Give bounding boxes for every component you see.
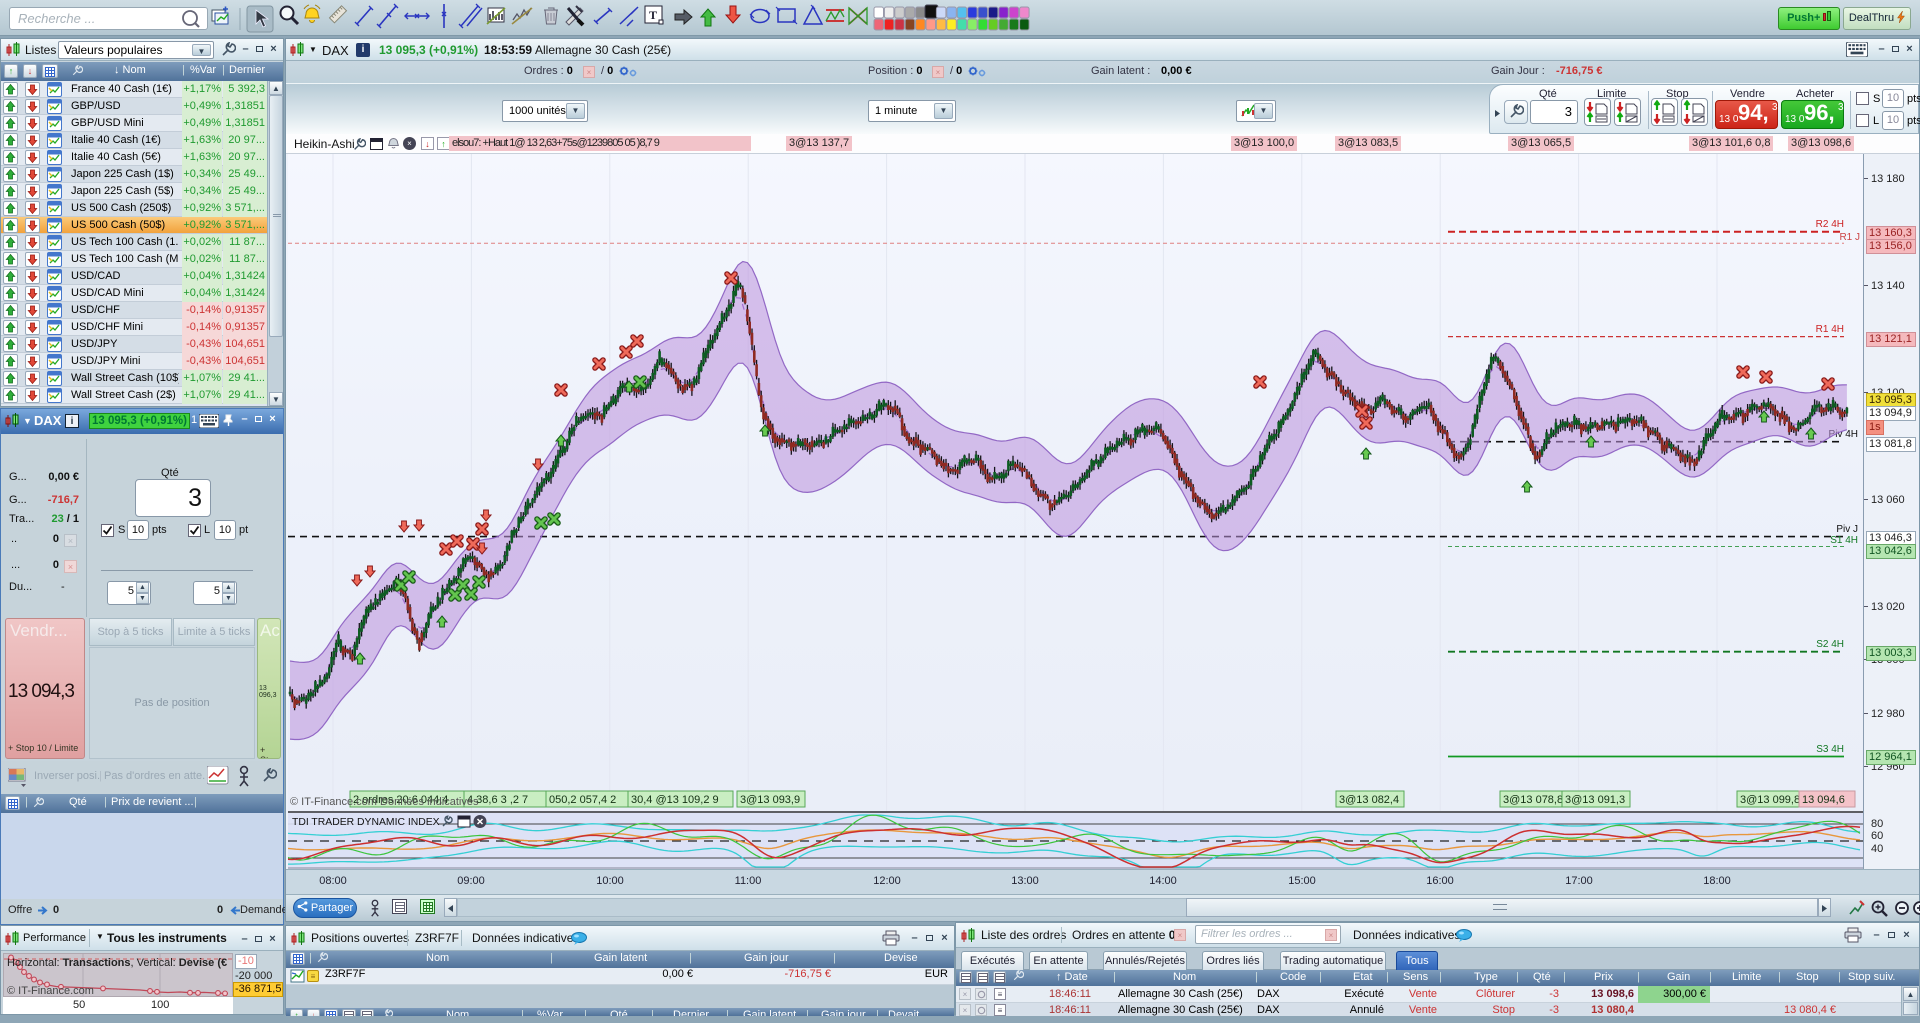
- svg-text:S2 4H: S2 4H: [1816, 639, 1844, 650]
- svg-text:R1 4H: R1 4H: [1816, 324, 1844, 335]
- svg-text:3@13 082,4: 3@13 082,4: [1339, 794, 1399, 806]
- svg-text:TDI TRADER DYNAMIC INDEX: TDI TRADER DYNAMIC INDEX: [292, 817, 440, 828]
- svg-text:3@13 078,8: 3@13 078,8: [1503, 794, 1563, 806]
- svg-text:S1 4H: S1 4H: [1830, 535, 1858, 546]
- svg-text:© IT-Finance.com Données indic: © IT-Finance.com Données indicatives: [290, 796, 479, 808]
- svg-text:© IT-Finance.com: © IT-Finance.com: [7, 985, 94, 996]
- svg-text:30,4 @13 109,2 9: 30,4 @13 109,2 9: [631, 794, 719, 806]
- svg-text:T: T: [649, 8, 657, 22]
- svg-text:S3 4H: S3 4H: [1816, 744, 1844, 755]
- svg-text:3@13 093,9: 3@13 093,9: [740, 794, 800, 806]
- svg-text:R2 4H: R2 4H: [1816, 219, 1844, 230]
- svg-text:3@13 099,8: 3@13 099,8: [1740, 794, 1800, 806]
- svg-text:R1 J: R1 J: [1839, 232, 1860, 243]
- svg-text:050,2 057,4 2: 050,2 057,4 2: [549, 794, 616, 806]
- svg-text:Piv J: Piv J: [1836, 524, 1858, 535]
- svg-text:3@13 091,3: 3@13 091,3: [1565, 794, 1625, 806]
- svg-text:13 094,6: 13 094,6: [1802, 794, 1845, 806]
- svg-text:Horizontal: Transactions, Vert: Horizontal: Transactions, Vertical: Devi…: [7, 957, 227, 969]
